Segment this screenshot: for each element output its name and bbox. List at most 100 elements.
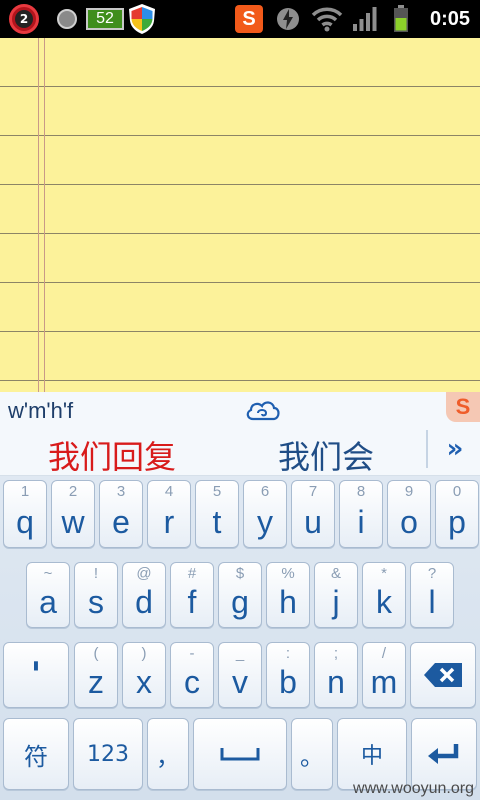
period-key-label: 。	[300, 742, 324, 771]
more-candidates-button[interactable]: »	[430, 430, 480, 468]
key-hint: 6	[260, 483, 270, 500]
key-n[interactable]: ; n	[314, 642, 358, 708]
candidate-1[interactable]: 我们回复	[48, 432, 176, 478]
key-hint: ~	[43, 565, 53, 582]
space-bar-icon	[194, 719, 286, 789]
cloud-icon[interactable]	[244, 398, 282, 424]
power-icon	[274, 4, 302, 34]
space-key[interactable]	[193, 718, 287, 790]
key-hint: 0	[452, 483, 462, 500]
key-hint: -	[189, 645, 195, 662]
key-f[interactable]: # f	[170, 562, 214, 628]
key-i[interactable]: 8i	[339, 480, 383, 548]
key-hint: ?	[427, 565, 437, 582]
key-label: m	[370, 664, 398, 700]
key-label: t	[212, 504, 222, 540]
key-label: n	[327, 664, 345, 700]
key-o[interactable]: 9o	[387, 480, 431, 548]
language-key-label: 中	[360, 744, 383, 769]
separator-key-label: '	[30, 655, 42, 695]
key-w[interactable]: 2w	[51, 480, 95, 548]
key-hint: (	[93, 645, 99, 662]
key-m[interactable]: / m	[362, 642, 406, 708]
key-hint: _	[235, 645, 245, 662]
key-g[interactable]: $ g	[218, 562, 262, 628]
sogou-logo[interactable]: S	[446, 392, 480, 422]
key-p[interactable]: 0p	[435, 480, 479, 548]
key-z[interactable]: (z	[74, 642, 118, 708]
key-label: w	[61, 504, 85, 540]
key-hint: #	[187, 565, 197, 582]
key-hint: %	[281, 565, 295, 582]
battery-badge-value: 52	[86, 8, 124, 30]
keyboard: 1q2w3e4r5t6y7u8i9o0p ~ a! s @ d # f $ g% h & j * k? l …	[0, 476, 480, 800]
backspace-icon	[411, 643, 475, 707]
backspace-key[interactable]	[410, 642, 476, 708]
candidate-divider	[426, 430, 428, 468]
key-hint: $	[235, 565, 245, 582]
pinyin-composition: w'm'h'f	[8, 398, 74, 423]
key-q[interactable]: 1q	[3, 480, 47, 548]
numbers-key-label: 123	[87, 741, 129, 767]
key-hint: 8	[356, 483, 366, 500]
key-d[interactable]: @ d	[122, 562, 166, 628]
key-e[interactable]: 3e	[99, 480, 143, 548]
key-l[interactable]: ? l	[410, 562, 454, 628]
key-label: l	[428, 584, 436, 620]
comma-key-label: ，	[156, 742, 180, 771]
key-label: y	[257, 504, 273, 540]
notepad-margin-line	[44, 38, 45, 392]
key-label: d	[135, 584, 153, 620]
key-label: z	[88, 664, 104, 700]
comma-key[interactable]: ，	[147, 718, 189, 790]
key-label: o	[400, 504, 418, 540]
key-label: j	[332, 584, 340, 620]
notepad-margin-line	[38, 38, 39, 392]
key-label: r	[163, 504, 175, 540]
key-label: a	[39, 584, 57, 620]
key-v[interactable]: _ v	[218, 642, 262, 708]
key-label: x	[136, 664, 152, 700]
key-label: g	[231, 584, 249, 620]
watermark-text: www.wooyun.org	[353, 780, 474, 797]
key-r[interactable]: 4r	[147, 480, 191, 548]
notepad-text-area[interactable]	[0, 38, 480, 392]
shield-icon	[126, 4, 158, 34]
status-bar: 2 52 S 0:05	[0, 0, 480, 38]
key-hint: *	[381, 565, 387, 582]
key-y[interactable]: 6y	[243, 480, 287, 548]
key-c[interactable]: -c	[170, 642, 214, 708]
key-hint: 5	[212, 483, 222, 500]
numbers-key[interactable]: 123	[73, 718, 143, 790]
key-t[interactable]: 5t	[195, 480, 239, 548]
symbols-key[interactable]: 符	[3, 718, 69, 790]
key-hint: &	[330, 565, 341, 582]
period-key[interactable]: 。	[291, 718, 333, 790]
key-b[interactable]: :b	[266, 642, 310, 708]
key-hint: ;	[333, 645, 339, 662]
key-hint: :	[285, 645, 291, 662]
symbols-key-label: 符	[24, 742, 48, 771]
key-s[interactable]: ! s	[74, 562, 118, 628]
key-label: p	[448, 504, 466, 540]
key-a[interactable]: ~ a	[26, 562, 70, 628]
key-hint: !	[93, 565, 99, 582]
clock: 0:05	[429, 7, 471, 30]
candidate-2[interactable]: 我们会	[278, 432, 374, 478]
key-hint: )	[141, 645, 147, 662]
notification-count: 2	[15, 10, 33, 28]
key-label: k	[376, 584, 392, 620]
key-h[interactable]: % h	[266, 562, 310, 628]
key-hint: /	[381, 645, 387, 662]
key-label: c	[184, 664, 200, 700]
key-j[interactable]: & j	[314, 562, 358, 628]
separator-key[interactable]: '	[3, 642, 69, 708]
key-u[interactable]: 7u	[291, 480, 335, 548]
key-label: b	[279, 664, 297, 700]
battery-icon	[390, 4, 412, 34]
key-hint: 7	[308, 483, 318, 500]
key-hint: 3	[116, 483, 126, 500]
key-x[interactable]: ) x	[122, 642, 166, 708]
key-label: f	[187, 584, 197, 620]
key-k[interactable]: * k	[362, 562, 406, 628]
